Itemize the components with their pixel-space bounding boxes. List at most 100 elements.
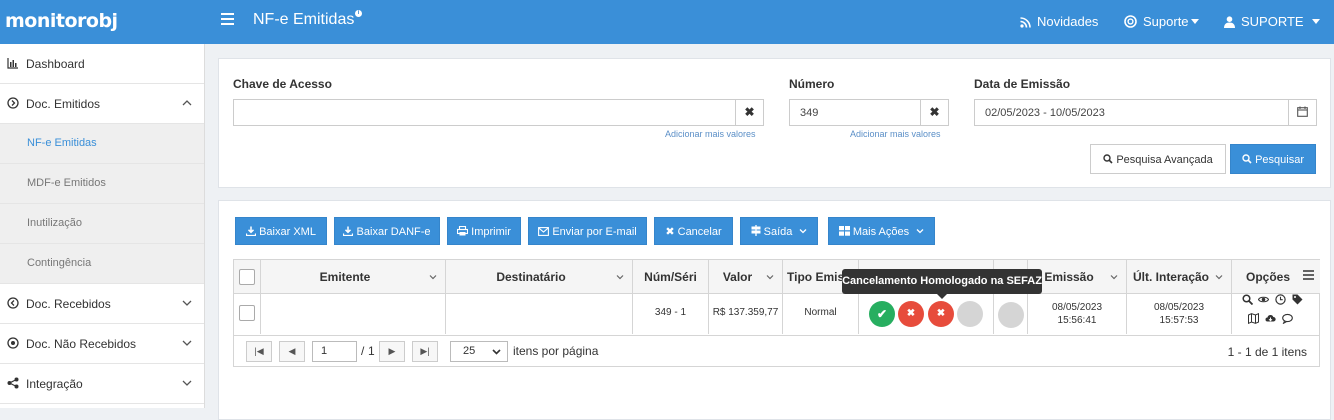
top-bar: monitorobj NF-e Emitidas i Novidades Sup… (0, 0, 1334, 44)
sidebar-item-label: Doc. Não Recebidos (26, 337, 137, 351)
last-page-button[interactable]: ▶| (412, 341, 438, 362)
eye-icon[interactable] (1258, 294, 1269, 305)
support-menu[interactable]: Suporte (1124, 14, 1199, 29)
cancel-button[interactable]: ✖ Cancelar (654, 217, 733, 245)
date-range-value: 02/05/2023 - 10/05/2023 (985, 107, 1105, 119)
more-actions-button[interactable]: Mais Ações (828, 217, 935, 245)
search-icon[interactable] (1242, 294, 1253, 305)
printer-icon (457, 225, 469, 236)
sidebar-item-inutilizacao[interactable]: Inutilização (0, 204, 204, 244)
sidebar-item-nfe-emitidas[interactable]: NF-e Emitidas (0, 124, 204, 164)
sidebar: Dashboard Doc. Emitidos NF-e Emitidas MD… (0, 44, 205, 408)
print-button[interactable]: Imprimir (447, 217, 521, 245)
share-icon (7, 377, 19, 389)
chevron-down-icon (916, 229, 924, 234)
tags-icon[interactable] (1292, 294, 1303, 305)
calendar-icon[interactable] (1288, 100, 1316, 125)
destinatario-cell (446, 294, 633, 334)
user-label: SUPORTE (1241, 14, 1304, 29)
column-header-emissao[interactable]: Emissão (1028, 260, 1127, 294)
sidebar-item-contingencia[interactable]: Contingência (0, 244, 204, 284)
select-all-checkbox[interactable] (239, 269, 255, 285)
emitente-cell (261, 294, 446, 334)
access-key-input[interactable]: ✖ (233, 99, 764, 126)
pager-summary: 1 - 1 de 1 itens (1227, 345, 1307, 359)
user-menu[interactable]: SUPORTE (1224, 14, 1320, 29)
num-serie-cell: 349 - 1 (633, 294, 709, 334)
chevron-up-icon (182, 100, 192, 106)
chevron-down-icon (182, 380, 192, 386)
chevron-down-icon (1215, 275, 1223, 280)
status-empty-icon[interactable] (998, 302, 1024, 328)
sidebar-item-label: MDF-e Emitidos (27, 177, 106, 189)
comment-icon[interactable] (1282, 313, 1293, 324)
logo[interactable]: monitorobj (5, 10, 118, 32)
sidebar-item-dashboard[interactable]: Dashboard (0, 44, 204, 84)
number-value: 349 (800, 107, 819, 119)
sidebar-item-doc-emitidos[interactable]: Doc. Emitidos (0, 84, 204, 124)
page-number-input[interactable]: 1 (312, 341, 357, 362)
column-header-valor[interactable]: Valor (709, 260, 783, 294)
sidebar-item-mdfe-emitidos[interactable]: MDF-e Emitidos (0, 164, 204, 204)
first-page-button[interactable]: |◀ (246, 341, 272, 362)
exit-dropdown-button[interactable]: Saída (740, 217, 818, 245)
column-header-ultima-interacao[interactable]: Últ. Interação (1127, 260, 1232, 294)
sidebar-item-label: Doc. Recebidos (26, 297, 111, 311)
status-empty-icon[interactable] (957, 301, 983, 327)
envelope-icon (538, 227, 550, 236)
chevron-down-icon (492, 349, 501, 355)
download-icon (343, 226, 354, 237)
page-title: NF-e Emitidas (253, 11, 355, 28)
clear-icon[interactable]: ✖ (920, 100, 948, 125)
check-icon[interactable]: ✔ (869, 301, 895, 327)
column-header-num-serie[interactable]: Núm/Séri (633, 260, 709, 294)
x-icon[interactable]: ✖ (898, 301, 924, 327)
column-header-destinatario[interactable]: Destinatário (446, 260, 633, 294)
date-label: Data de Emissão (974, 77, 1071, 91)
sidebar-item-integracao[interactable]: Integração (0, 364, 204, 404)
search-icon (1242, 154, 1252, 164)
sidebar-item-doc-recebidos[interactable]: Doc. Recebidos (0, 284, 204, 324)
select-all-header (234, 260, 261, 294)
map-icon[interactable] (1248, 313, 1259, 324)
access-key-add-more-link[interactable]: Adicionar mais valores (665, 129, 756, 139)
lifebuoy-icon (1124, 15, 1137, 28)
hamburger-menu-icon[interactable] (221, 13, 234, 25)
download-xml-button[interactable]: Baixar XML (235, 217, 327, 245)
download-danfe-button[interactable]: Baixar DANF-e (334, 217, 440, 245)
download-icon (245, 226, 257, 237)
chevron-down-icon (429, 275, 437, 280)
cloud-download-icon[interactable] (1265, 313, 1276, 324)
chevron-down-icon (766, 275, 774, 280)
row-select-cell (234, 294, 261, 334)
info-icon[interactable]: i (355, 10, 362, 17)
column-header-emitente[interactable]: Emitente (261, 260, 446, 294)
sidebar-item-doc-nao-recebidos[interactable]: Doc. Não Recebidos (0, 324, 204, 364)
send-email-button[interactable]: Enviar por E-mail (528, 217, 647, 245)
status-tooltip: Cancelamento Homologado na SEFAZ (842, 269, 1042, 299)
sidebar-item-label: NF-e Emitidas (27, 137, 97, 149)
column-menu-icon[interactable] (1303, 270, 1314, 280)
x-icon[interactable]: ✖ (928, 301, 954, 327)
prev-page-button[interactable]: ◀ (279, 341, 305, 362)
total-pages: 1 (368, 344, 375, 358)
chevron-down-icon (182, 340, 192, 346)
caret-down-icon (1190, 19, 1199, 24)
clear-icon[interactable]: ✖ (735, 100, 763, 125)
advanced-search-button[interactable]: Pesquisa Avançada (1090, 144, 1226, 174)
sidebar-item-label: Dashboard (26, 57, 85, 71)
status-cell-2 (994, 294, 1028, 334)
support-label: Suporte (1143, 14, 1189, 29)
news-link[interactable]: Novidades (1020, 14, 1098, 29)
clock-icon[interactable] (1275, 294, 1286, 305)
search-icon (1103, 154, 1113, 164)
chevron-down-icon (799, 229, 807, 234)
next-page-button[interactable]: ▶ (379, 341, 405, 362)
rss-icon (1020, 17, 1031, 28)
number-input[interactable]: 349 ✖ (789, 99, 949, 126)
number-add-more-link[interactable]: Adicionar mais valores (850, 129, 941, 139)
page-size-select[interactable]: 25 (450, 341, 508, 362)
row-checkbox[interactable] (239, 305, 255, 321)
search-button[interactable]: Pesquisar (1230, 144, 1316, 174)
date-range-input[interactable]: 02/05/2023 - 10/05/2023 (974, 99, 1317, 126)
